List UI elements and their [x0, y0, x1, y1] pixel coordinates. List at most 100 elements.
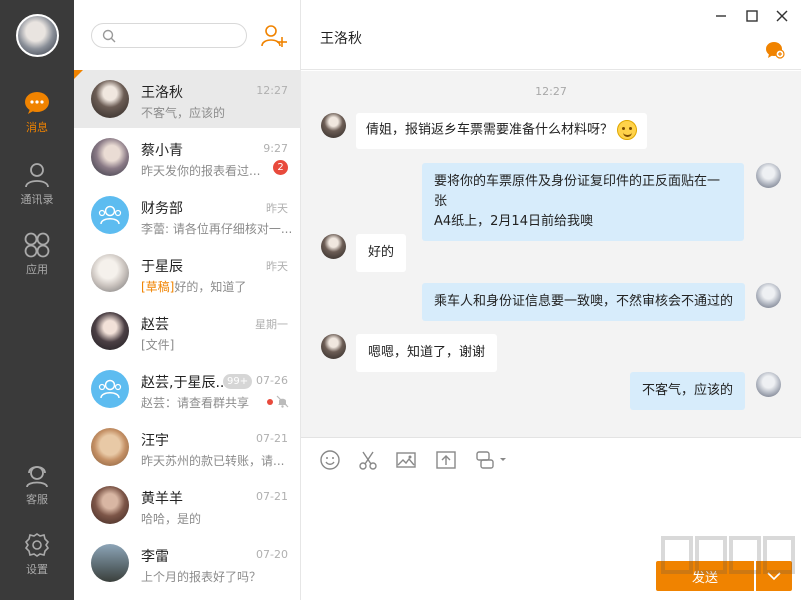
conversation-preview: 赵芸：请查看群共享 [141, 396, 250, 410]
unread-badge: 2 [273, 160, 288, 175]
rail-item-contacts[interactable]: 通讯录 [0, 162, 74, 218]
apps-icon [24, 232, 50, 258]
smile-emoji-icon [617, 120, 638, 140]
conversation-preview: 李蕾: 请各位再仔细核对一... [141, 222, 291, 236]
conversation-time: 昨天 [266, 260, 288, 273]
rail-label-customer-service: 客服 [26, 493, 48, 506]
my-avatar [756, 163, 781, 188]
emoji-icon[interactable] [319, 449, 341, 471]
input-toolbar [301, 437, 801, 481]
left-rail: 消息 通讯录 应用 客服 设置 [0, 0, 74, 600]
add-contact-icon[interactable] [260, 22, 288, 50]
message-icon [25, 92, 49, 114]
conversation-preview: 昨天发你的报表看过... [141, 164, 261, 178]
sender-avatar [321, 234, 346, 259]
draft-tag: [草稿] [141, 280, 175, 294]
conversation-time: 9:27 [263, 142, 288, 155]
message-text: 倩姐，报销返乡车票需要准备什么材料呀？ [366, 122, 614, 138]
chevron-down-icon [767, 572, 781, 581]
avatar [91, 80, 129, 118]
message-bubble: 不客气，应该的 [630, 372, 746, 410]
message-text: 乘车人和身份证信息要一致噢，不然审核会不通过的 [434, 294, 734, 309]
my-avatar [756, 372, 781, 397]
message-text-line: 要将你的车票原件及身份证复印件的正反面贴在一张 [434, 174, 721, 209]
search-box[interactable] [91, 23, 247, 48]
settings-icon [24, 533, 50, 557]
conversation-name: 财务部 [141, 201, 183, 217]
avatar [91, 254, 129, 292]
search-input[interactable] [122, 27, 240, 45]
conversation-item[interactable]: 于星辰 昨天 [草稿]好的，知道了 [74, 244, 301, 302]
conversation-name: 汪宇 [141, 433, 169, 449]
chat-panel: 王洛秋 12:27 倩姐，报销返乡车票需要准备什么材料呀？ 要将你的车票原件及身… [301, 0, 801, 600]
send-button[interactable]: 发送 [656, 561, 754, 591]
avatar [91, 138, 129, 176]
group-avatar [91, 370, 129, 408]
screenshot-scissors-icon[interactable] [357, 449, 379, 471]
group-avatar [91, 196, 129, 234]
message-area[interactable]: 12:27 倩姐，报销返乡车票需要准备什么材料呀？ 要将你的车票原件及身份证复印… [301, 71, 801, 437]
sender-avatar [321, 113, 346, 138]
chat-header: 王洛秋 [301, 0, 801, 70]
conversation-preview: [草稿]好的，知道了 [141, 278, 291, 295]
maximize-icon[interactable] [744, 8, 760, 24]
draft-text: 好的，知道了 [174, 280, 247, 294]
send-options-button[interactable] [756, 561, 792, 591]
group-icon [98, 379, 122, 399]
conversation-time: 星期一 [255, 318, 288, 331]
conversation-preview: 上个月的报表好了吗？ [141, 570, 262, 584]
conversation-name: 于星辰 [141, 259, 183, 275]
rail-item-settings[interactable]: 设置 [0, 532, 74, 588]
unread-dot [267, 399, 273, 405]
file-upload-icon[interactable] [435, 449, 457, 471]
avatar [91, 544, 129, 582]
conversation-item[interactable]: 蔡小青 9:27 昨天发你的报表看过... 2 [74, 128, 301, 186]
more-tools-icon[interactable] [475, 449, 507, 471]
conversation-name: 赵芸 [141, 317, 169, 333]
rail-label-messages: 消息 [26, 121, 48, 134]
minimize-icon[interactable] [713, 8, 729, 24]
conversation-time: 07-20 [256, 548, 288, 561]
message-input-area[interactable] [301, 481, 801, 561]
message-bubble: 好的 [356, 234, 407, 272]
conversation-item[interactable]: 王洛秋 12:27 不客气，应该的 [74, 70, 301, 128]
chat-info-icon[interactable] [765, 40, 785, 60]
conversation-time: 昨天 [266, 202, 288, 215]
conversation-preview: 不客气，应该的 [141, 106, 226, 120]
conversation-list: 王洛秋 12:27 不客气，应该的 蔡小青 9:27 昨天发你的报表看过... … [74, 0, 301, 600]
my-avatar [756, 283, 781, 308]
message-text: 好的 [368, 245, 395, 260]
message-bubble: 乘车人和身份证信息要一致噢，不然审核会不通过的 [422, 283, 746, 321]
unread-badge: 99+ [223, 374, 253, 389]
mute-bell-icon [276, 395, 289, 408]
rail-label-apps: 应用 [26, 263, 48, 276]
conversation-item[interactable]: 赵芸 星期一 [文件] [74, 302, 301, 360]
conversation-time: 12:27 [256, 84, 288, 97]
conversation-item[interactable]: 财务部 昨天 李蕾: 请各位再仔细核对一... [74, 186, 301, 244]
sender-avatar [321, 334, 346, 359]
conversation-name: 李雷 [141, 549, 169, 565]
rail-item-customer-service[interactable]: 客服 [0, 462, 74, 518]
conversation-item[interactable]: 李雷 07-20 上个月的报表好了吗？ [74, 534, 301, 592]
message-text-line: A4纸上，2月14日前给我噢 [434, 214, 593, 229]
conversation-item[interactable]: 汪宇 07-21 昨天苏州的款已转账，请... [74, 418, 301, 476]
contacts-icon [25, 163, 49, 188]
message-text: 不客气，应该的 [642, 383, 734, 398]
rail-item-messages[interactable]: 消息 [0, 90, 74, 146]
rail-item-apps[interactable]: 应用 [0, 232, 74, 288]
conversation-item[interactable]: 黄羊羊 07-21 哈哈，是的 [74, 476, 301, 534]
avatar [91, 428, 129, 466]
conversation-time: 07-26 [256, 374, 288, 387]
customer-service-icon [26, 466, 48, 488]
image-icon[interactable] [395, 449, 417, 471]
close-icon[interactable] [774, 8, 790, 24]
rail-label-contacts: 通讯录 [20, 193, 54, 206]
message-timestamp: 12:27 [535, 85, 567, 98]
conversation-name: 蔡小青 [141, 143, 183, 159]
avatar [91, 312, 129, 350]
user-avatar[interactable] [16, 14, 59, 57]
conversation-name: 王洛秋 [141, 85, 183, 101]
message-input[interactable] [301, 481, 801, 561]
search-icon [102, 29, 116, 43]
conversation-item[interactable]: 赵芸,于星辰... 99+ 07-26 赵芸：请查看群共享 [74, 360, 301, 418]
